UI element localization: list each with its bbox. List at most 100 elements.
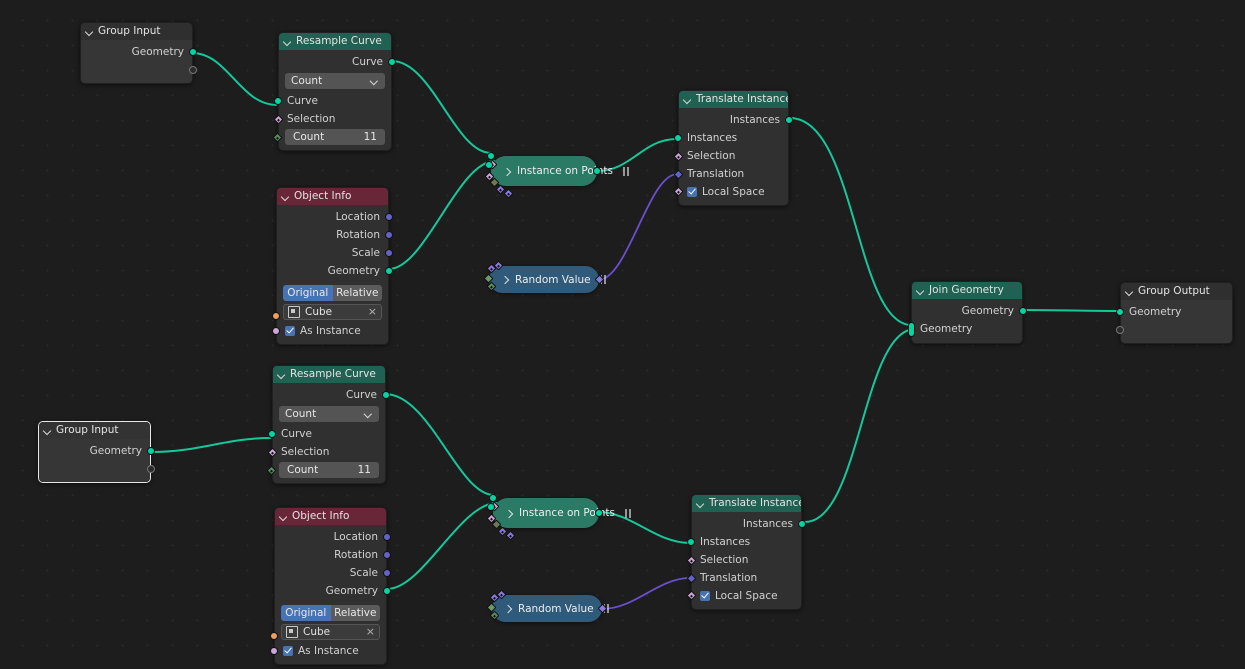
local-space-row[interactable]: Local Space xyxy=(686,587,801,604)
local-space-row[interactable]: Local Space xyxy=(673,183,788,200)
node-header[interactable]: Resample Curve xyxy=(273,366,385,383)
socket-id-input[interactable] xyxy=(489,610,500,621)
expand-chevron-icon[interactable] xyxy=(504,604,513,613)
object-selector-field[interactable]: Cube × xyxy=(272,304,382,320)
socket-count-input[interactable] xyxy=(272,132,283,142)
toggle-relative[interactable]: Relative xyxy=(330,605,380,621)
output-geometry[interactable]: Geometry xyxy=(912,302,1027,320)
input-selection[interactable]: Selection xyxy=(686,551,801,569)
output-rotation[interactable]: Rotation xyxy=(277,226,393,244)
input-curve[interactable]: Curve xyxy=(274,92,391,110)
socket-location-output[interactable] xyxy=(383,533,391,541)
node-instance-on-points-top[interactable]: Instance on Points xyxy=(484,152,629,199)
socket-selection-input[interactable] xyxy=(273,114,283,124)
socket-instance-input[interactable] xyxy=(487,503,495,511)
socket-selection-input[interactable] xyxy=(267,447,277,457)
node-resample-curve-top[interactable]: Resample Curve Curve Count Curve Selecti… xyxy=(272,32,396,151)
node-header[interactable]: Join Geometry xyxy=(912,282,1022,299)
local-space-checkbox[interactable] xyxy=(687,186,697,197)
node-resample-curve-bottom[interactable]: Resample Curve Curve Count Curve Selecti… xyxy=(266,365,390,484)
socket-count-input[interactable] xyxy=(266,465,277,475)
socket-selection-input[interactable] xyxy=(686,555,696,565)
socket-object-input[interactable] xyxy=(272,312,280,320)
input-selection[interactable]: Selection xyxy=(267,443,385,461)
input-instances[interactable]: Instances xyxy=(674,129,788,147)
collapse-chevron-icon[interactable] xyxy=(43,426,52,435)
socket-instances-input[interactable] xyxy=(674,134,682,142)
collapse-chevron-icon[interactable] xyxy=(283,37,292,46)
socket-points-input[interactable] xyxy=(489,494,497,502)
socket-translation-input[interactable] xyxy=(686,573,696,583)
node-random-value-top[interactable]: Random Value xyxy=(483,260,607,293)
collapse-chevron-icon[interactable] xyxy=(277,370,286,379)
node-header[interactable]: Resample Curve xyxy=(279,33,391,50)
socket-points-input[interactable] xyxy=(487,152,495,160)
as-instance-row[interactable]: As Instance xyxy=(270,642,386,659)
node-group-output[interactable]: Group Output Geometry xyxy=(1116,282,1233,344)
node-header[interactable]: Translate Instances xyxy=(679,91,788,108)
socket-instance-input[interactable] xyxy=(485,161,493,169)
socket-scale-output[interactable] xyxy=(385,249,393,257)
output-geometry[interactable]: Geometry xyxy=(81,43,197,61)
socket-rotation-output[interactable] xyxy=(383,551,391,559)
socket-instances-output[interactable] xyxy=(595,509,603,517)
node-header[interactable]: Group Input xyxy=(81,23,192,40)
node-instance-on-points-bottom[interactable]: Instance on Points xyxy=(486,494,631,541)
expand-chevron-icon[interactable] xyxy=(503,167,512,176)
socket-virtual-input[interactable] xyxy=(1116,325,1124,334)
output-curve[interactable]: Curve xyxy=(279,53,396,71)
input-selection[interactable]: Selection xyxy=(673,147,788,165)
node-object-info-bottom[interactable]: Object Info Location Rotation Scale Geom… xyxy=(270,507,391,665)
socket-curve-output[interactable] xyxy=(382,391,390,399)
socket-geometry-output[interactable] xyxy=(383,587,391,595)
socket-curve-input[interactable] xyxy=(274,97,282,105)
transform-space-toggle[interactable]: Original Relative xyxy=(283,285,382,301)
output-instances[interactable]: Instances xyxy=(692,515,806,533)
socket-object-input[interactable] xyxy=(270,632,278,640)
socket-instances-output[interactable] xyxy=(593,167,601,175)
socket-geometry-output[interactable] xyxy=(147,447,155,455)
transform-space-toggle[interactable]: Original Relative xyxy=(281,605,380,621)
input-instances[interactable]: Instances xyxy=(687,533,801,551)
socket-geometry-output[interactable] xyxy=(385,267,393,275)
node-editor-canvas[interactable]: Group Input Geometry Resample Curve Curv… xyxy=(0,0,1245,669)
socket-scale-input[interactable] xyxy=(503,188,514,199)
socket-selection-input[interactable] xyxy=(673,151,683,161)
node-translate-instances-top[interactable]: Translate Instances Instances Instances … xyxy=(673,90,793,206)
as-instance-row[interactable]: As Instance xyxy=(272,322,388,339)
output-virtual[interactable] xyxy=(81,61,197,78)
output-instances[interactable]: Instances xyxy=(679,111,793,129)
socket-translation-input[interactable] xyxy=(673,169,683,179)
node-random-value-bottom[interactable]: Random Value xyxy=(486,589,610,622)
local-space-checkbox[interactable] xyxy=(700,590,710,601)
socket-instances-input[interactable] xyxy=(687,538,695,546)
node-join-geometry[interactable]: Join Geometry Geometry Geometry xyxy=(908,281,1027,344)
output-scale[interactable]: Scale xyxy=(277,244,393,262)
node-header[interactable]: Group Output xyxy=(1121,283,1232,300)
toggle-original[interactable]: Original xyxy=(281,605,331,621)
socket-scale-output[interactable] xyxy=(383,569,391,577)
socket-virtual-output[interactable] xyxy=(189,65,197,74)
mode-dropdown[interactable]: Count xyxy=(285,73,385,89)
socket-instances-output[interactable] xyxy=(798,520,806,528)
socket-id-input[interactable] xyxy=(486,281,497,292)
input-translation[interactable]: Translation xyxy=(686,569,801,587)
socket-instances-output[interactable] xyxy=(785,116,793,124)
clear-object-icon[interactable]: × xyxy=(368,306,377,317)
collapse-chevron-icon[interactable] xyxy=(696,499,705,508)
socket-geometry-output[interactable] xyxy=(1019,307,1027,315)
socket-local-space-input[interactable] xyxy=(686,590,696,601)
node-header[interactable]: Object Info xyxy=(277,188,388,205)
node-group-input-bottom[interactable]: Group Input Geometry xyxy=(38,421,155,483)
mode-dropdown[interactable]: Count xyxy=(279,406,379,422)
output-scale[interactable]: Scale xyxy=(275,564,391,582)
socket-local-space-input[interactable] xyxy=(673,186,683,197)
input-geometry[interactable]: Geometry xyxy=(1116,303,1232,321)
node-group-input-top[interactable]: Group Input Geometry xyxy=(80,22,197,84)
node-header[interactable]: Translate Instances xyxy=(692,495,801,512)
output-geometry[interactable]: Geometry xyxy=(275,582,391,600)
socket-virtual-output[interactable] xyxy=(147,464,155,473)
socket-location-output[interactable] xyxy=(385,213,393,221)
toggle-original[interactable]: Original xyxy=(283,285,333,301)
collapse-chevron-icon[interactable] xyxy=(279,512,288,521)
